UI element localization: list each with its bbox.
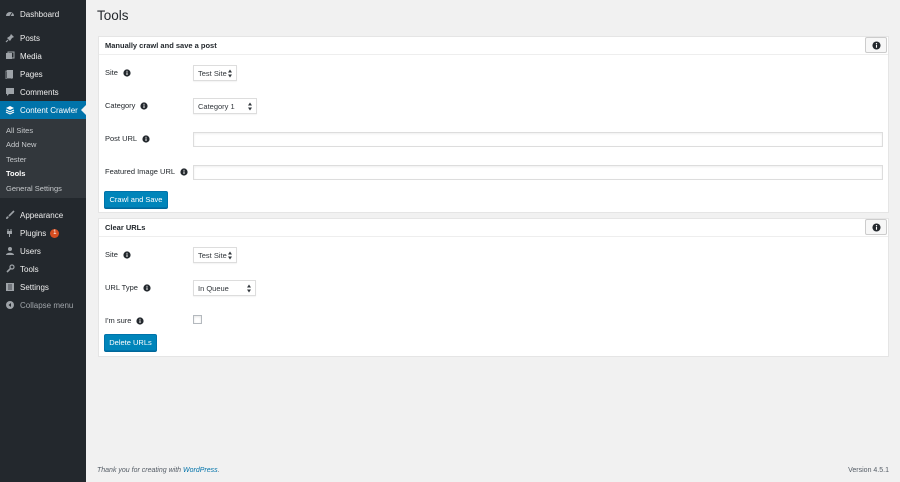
menu-label: Posts: [20, 33, 41, 43]
site-select-value: Test Site: [198, 68, 227, 78]
category-select[interactable]: Category 1: [193, 98, 257, 114]
help-icon[interactable]: [123, 250, 131, 259]
clear-urls-postbox-header: Clear URLs: [99, 219, 888, 237]
clear-urls-postbox: Clear URLs Site Test Site URL Type In Qu…: [98, 218, 889, 357]
page-icon: [5, 69, 15, 79]
featured-image-url-input[interactable]: [193, 165, 883, 180]
url-type-label: URL Type: [105, 283, 138, 292]
clear-info-button[interactable]: [865, 219, 887, 235]
url-type-label-row: URL Type: [105, 283, 151, 292]
menu-label: Users: [20, 246, 41, 256]
submenu-tester[interactable]: Tester: [6, 155, 26, 164]
collapse-icon: [5, 300, 15, 310]
help-icon[interactable]: [180, 167, 188, 176]
select-arrows-icon: [228, 251, 232, 260]
menu-pages[interactable]: Pages: [0, 65, 86, 83]
delete-urls-button[interactable]: Delete URLs: [104, 334, 157, 351]
menu-label: Appearance: [20, 210, 64, 220]
postbox-title: Manually crawl and save a post: [105, 41, 217, 50]
site-label: Site: [105, 68, 118, 77]
menu-users[interactable]: Users: [0, 242, 86, 260]
help-icon[interactable]: [142, 134, 150, 143]
submenu-all-sites[interactable]: All Sites: [6, 126, 33, 135]
post-url-input[interactable]: [193, 132, 883, 147]
im-sure-label-row: I'm sure: [105, 316, 145, 325]
site-label-row: Site: [105, 68, 131, 77]
menu-posts[interactable]: Posts: [0, 29, 86, 47]
help-icon[interactable]: [143, 283, 151, 292]
im-sure-label: I'm sure: [105, 316, 132, 325]
settings-icon: [5, 282, 15, 292]
content-crawler-submenu: All Sites Add New Tester Tools General S…: [0, 119, 86, 198]
user-icon: [5, 246, 15, 256]
clear-site-label-row: Site: [105, 250, 131, 259]
submenu-add-new[interactable]: Add New: [6, 140, 36, 149]
url-type-select[interactable]: In Queue: [193, 280, 256, 296]
url-type-select-value: In Queue: [198, 283, 229, 293]
footer-thanks-text: Thank you for creating with: [97, 467, 183, 474]
crawl-info-button[interactable]: [865, 37, 887, 53]
featured-image-url-label: Featured Image URL: [105, 167, 176, 176]
post-url-label: Post URL: [105, 134, 138, 143]
postbox-title: Clear URLs: [105, 223, 146, 232]
menu-label: Dashboard: [20, 9, 60, 19]
clear-site-select[interactable]: Test Site: [193, 247, 237, 263]
select-arrows-icon: [228, 69, 232, 78]
site-select-value: Test Site: [198, 250, 227, 260]
submenu-general-settings[interactable]: General Settings: [6, 184, 62, 193]
menu-label: Media: [20, 51, 42, 61]
select-arrows-icon: [247, 284, 251, 293]
menu-label: Settings: [20, 282, 49, 292]
menu-label: Pages: [20, 69, 43, 79]
menu-media[interactable]: Media: [0, 47, 86, 65]
menu-label: Tools: [20, 264, 39, 274]
media-icon: [5, 51, 15, 61]
menu-tools[interactable]: Tools: [0, 260, 86, 278]
comment-icon: [5, 87, 15, 97]
pin-icon: [5, 33, 15, 43]
menu-collapse[interactable]: Collapse menu: [0, 296, 86, 314]
im-sure-checkbox[interactable]: [193, 315, 202, 324]
menu-comments[interactable]: Comments: [0, 83, 86, 101]
page-title: Tools: [97, 8, 129, 23]
admin-sidebar: Dashboard Posts Media Pages Comments Con…: [0, 0, 86, 482]
wrench-icon: [5, 264, 15, 274]
info-icon: [871, 40, 881, 50]
menu-appearance[interactable]: Appearance: [0, 206, 86, 224]
site-select[interactable]: Test Site: [193, 65, 237, 81]
post-url-label-row: Post URL: [105, 134, 150, 143]
category-select-value: Category 1: [198, 101, 235, 111]
plugin-icon: [5, 228, 15, 238]
submenu-tools[interactable]: Tools: [6, 169, 25, 178]
menu-content-crawler[interactable]: Content Crawler: [0, 101, 86, 119]
menu-label: Plugins: [20, 228, 47, 238]
footer-thanks: Thank you for creating with WordPress.: [97, 467, 220, 474]
category-label: Category: [105, 101, 136, 110]
category-label-row: Category: [105, 101, 149, 110]
featured-image-label-row: Featured Image URL: [105, 167, 188, 176]
site-label: Site: [105, 250, 118, 259]
menu-settings[interactable]: Settings: [0, 278, 86, 296]
menu-label: Comments: [20, 87, 59, 97]
crawler-icon: [5, 105, 15, 115]
menu-label: Collapse menu: [20, 300, 74, 310]
menu-dashboard[interactable]: Dashboard: [0, 5, 86, 23]
crawl-postbox: Manually crawl and save a post Site Test…: [98, 36, 889, 213]
plugin-update-badge: 1: [50, 228, 60, 238]
dashboard-icon: [5, 9, 15, 19]
crawl-and-save-button[interactable]: Crawl and Save: [104, 191, 168, 208]
help-icon[interactable]: [136, 316, 145, 325]
info-icon: [871, 222, 881, 232]
footer-version: Version 4.5.1: [848, 467, 889, 474]
wordpress-link[interactable]: WordPress: [183, 467, 218, 474]
crawl-postbox-header: Manually crawl and save a post: [99, 37, 888, 55]
help-icon[interactable]: [140, 101, 149, 110]
menu-label: Content Crawler: [20, 105, 78, 115]
menu-plugins[interactable]: Plugins 1: [0, 224, 86, 242]
select-arrows-icon: [248, 102, 252, 111]
help-icon[interactable]: [123, 68, 131, 77]
footer-period: .: [217, 467, 220, 474]
brush-icon: [5, 210, 15, 220]
